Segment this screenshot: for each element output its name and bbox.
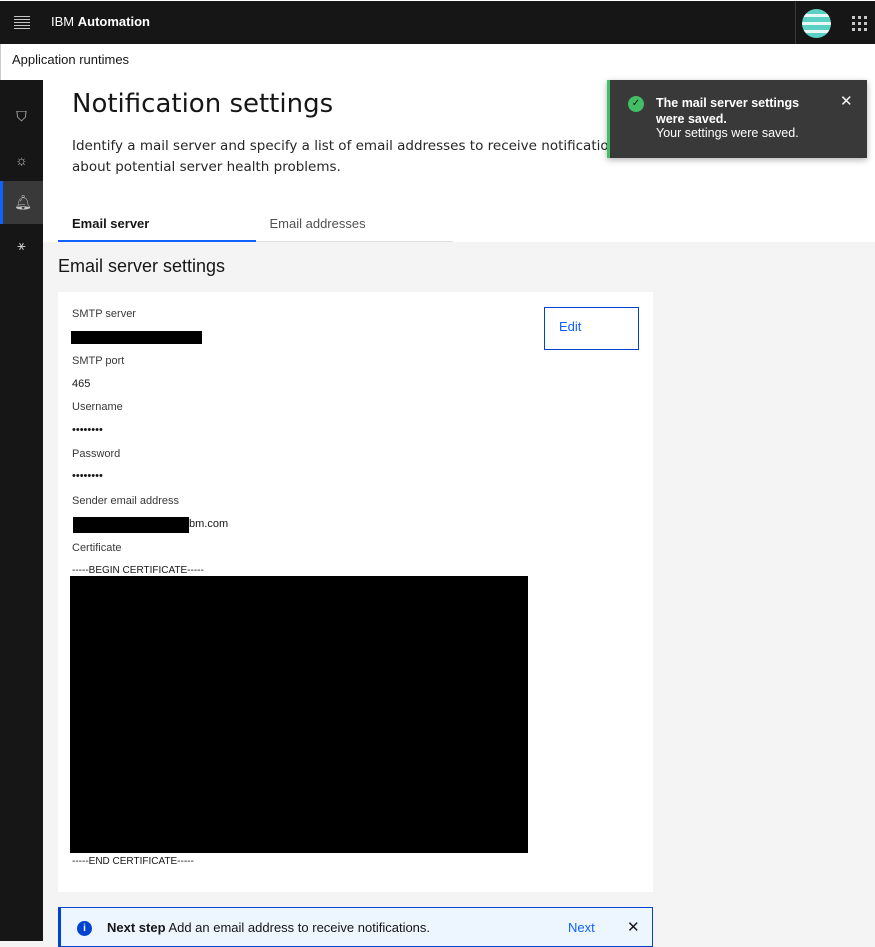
page-description: Identify a mail server and specify a lis… [72,138,625,175]
tab-email-addresses[interactable]: Email addresses [256,210,454,241]
username-value: •••••••• [72,424,103,436]
network-icon[interactable]: ⚹ [0,224,43,267]
cert-begin: -----BEGIN CERTIFICATE----- [72,565,204,576]
redacted-certificate [70,576,528,853]
next-step-message: Next step Add an email address to receiv… [107,920,430,935]
next-step-text: Add an email address to receive notifica… [168,920,431,935]
section-title: Email server settings [58,256,226,276]
password-label: Password [72,448,121,460]
sender-email-label: Sender email address [72,495,180,507]
app-switcher-icon[interactable] [852,16,867,31]
user-avatar[interactable] [802,9,831,38]
brand-product: Automation [77,14,150,29]
smtp-port-label: SMTP port [72,355,125,367]
tabs: Email server Email addresses [58,210,453,242]
edit-button[interactable]: Edit [544,307,639,350]
side-rail: ⛉ ☼ 🔔︎ ⚹ [0,80,43,941]
tab-email-server[interactable]: Email server [58,210,256,242]
close-icon[interactable]: ✕ [627,918,640,936]
cert-end: -----END CERTIFICATE----- [72,856,194,867]
brand-name[interactable]: IBM Automation [51,14,150,29]
toast-title: The mail server settings were saved. [656,96,800,126]
brand-prefix: IBM [51,14,75,29]
certificate-label: Certificate [72,542,122,554]
bell-icon[interactable]: 🔔︎ [0,181,43,224]
redacted-sender-email [73,517,189,533]
email-server-card: SMTP server SMTP port 465 Username •••••… [58,292,653,892]
password-value: •••••••• [72,470,103,482]
toast-subtitle: Your settings were saved. [656,126,799,140]
sun-icon[interactable]: ☼ [0,138,43,181]
smtp-server-label: SMTP server [72,308,136,320]
next-step-title: Next step [107,920,166,935]
checkmark-icon: ✓ [628,96,644,112]
success-toast: ✓ The mail server settings were saved. Y… [607,80,867,158]
next-button[interactable]: Next [568,920,595,935]
shield-icon[interactable]: ⛉ [0,95,43,138]
next-step-notification: i Next step Add an email address to rece… [58,907,653,947]
redacted-smtp-server [71,331,202,344]
info-icon: i [77,921,92,936]
username-label: Username [72,401,123,413]
hamburger-menu-icon[interactable] [14,16,30,29]
close-icon[interactable]: ✕ [840,92,853,110]
breadcrumb[interactable]: Application runtimes [0,44,875,80]
header-divider [795,1,796,45]
top-header: IBM Automation [0,0,875,45]
sender-email-suffix: bm.com [189,518,229,530]
smtp-port-value: 465 [72,378,91,390]
page-title: Notification settings [72,89,334,119]
